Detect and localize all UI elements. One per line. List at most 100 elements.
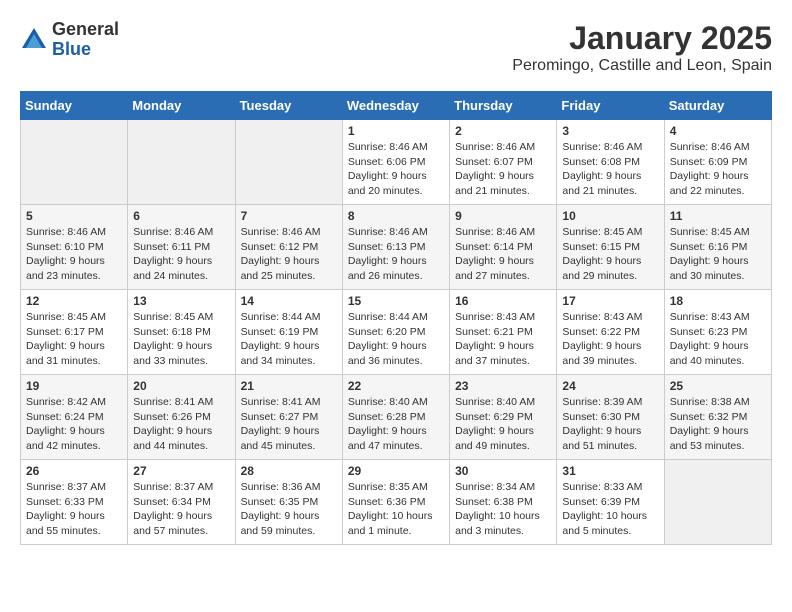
calendar-cell: 9 Sunrise: 8:46 AMSunset: 6:14 PMDaylight… bbox=[450, 205, 557, 290]
day-number: 22 bbox=[348, 379, 444, 393]
day-number: 7 bbox=[241, 209, 337, 223]
day-number: 4 bbox=[670, 124, 766, 138]
title-block: January 2025 Peromingo, Castille and Leo… bbox=[512, 20, 772, 75]
cell-content: Sunrise: 8:42 AMSunset: 6:24 PMDaylight:… bbox=[26, 395, 122, 454]
calendar-cell: 1 Sunrise: 8:46 AMSunset: 6:06 PMDaylight… bbox=[342, 120, 449, 205]
calendar-cell bbox=[664, 460, 771, 545]
cell-content: Sunrise: 8:33 AMSunset: 6:39 PMDaylight:… bbox=[562, 480, 658, 539]
day-number: 6 bbox=[133, 209, 229, 223]
cell-content: Sunrise: 8:44 AMSunset: 6:19 PMDaylight:… bbox=[241, 310, 337, 369]
cell-content: Sunrise: 8:35 AMSunset: 6:36 PMDaylight:… bbox=[348, 480, 444, 539]
day-number: 14 bbox=[241, 294, 337, 308]
calendar-cell: 29 Sunrise: 8:35 AMSunset: 6:36 PMDayligh… bbox=[342, 460, 449, 545]
calendar-cell: 8Sunrise: 8:46 AMSunset: 6:13 PMDaylight… bbox=[342, 205, 449, 290]
day-number: 16 bbox=[455, 294, 551, 308]
cell-content: Sunrise: 8:46 AMSunset: 6:06 PMDaylight:… bbox=[348, 140, 444, 199]
cell-content: Sunrise: 8:40 AMSunset: 6:29 PMDaylight:… bbox=[455, 395, 551, 454]
calendar-cell: 24 Sunrise: 8:39 AMSunset: 6:30 PMDayligh… bbox=[557, 375, 664, 460]
cell-content: Sunrise: 8:43 AMSunset: 6:23 PMDaylight:… bbox=[670, 310, 766, 369]
logo-general: General bbox=[52, 20, 119, 40]
weekday-header-wednesday: Wednesday bbox=[342, 92, 449, 120]
cell-content: Sunrise: 8:45 AMSunset: 6:17 PMDaylight:… bbox=[26, 310, 122, 369]
cell-content: Sunrise: 8:46 AMSunset: 6:09 PMDaylight:… bbox=[670, 140, 766, 199]
cell-content: Sunrise: 8:43 AMSunset: 6:21 PMDaylight:… bbox=[455, 310, 551, 369]
calendar-cell: 17 Sunrise: 8:43 AMSunset: 6:22 PMDayligh… bbox=[557, 290, 664, 375]
weekday-header-monday: Monday bbox=[128, 92, 235, 120]
calendar-week-row: 1 Sunrise: 8:46 AMSunset: 6:06 PMDaylight… bbox=[21, 120, 772, 205]
calendar-cell: 5Sunrise: 8:46 AMSunset: 6:10 PMDaylight… bbox=[21, 205, 128, 290]
logo-icon bbox=[20, 26, 48, 54]
calendar-cell bbox=[21, 120, 128, 205]
day-number: 5 bbox=[26, 209, 122, 223]
location: Peromingo, Castille and Leon, Spain bbox=[512, 57, 772, 75]
calendar-cell: 22Sunrise: 8:40 AMSunset: 6:28 PMDayligh… bbox=[342, 375, 449, 460]
day-number: 9 bbox=[455, 209, 551, 223]
calendar-cell: 6Sunrise: 8:46 AMSunset: 6:11 PMDaylight… bbox=[128, 205, 235, 290]
cell-content: Sunrise: 8:46 AMSunset: 6:13 PMDaylight:… bbox=[348, 225, 444, 284]
cell-content: Sunrise: 8:46 AMSunset: 6:14 PMDaylight:… bbox=[455, 225, 551, 284]
calendar-header: SundayMondayTuesdayWednesdayThursdayFrid… bbox=[21, 92, 772, 120]
day-number: 21 bbox=[241, 379, 337, 393]
calendar-cell: 26Sunrise: 8:37 AMSunset: 6:33 PMDayligh… bbox=[21, 460, 128, 545]
cell-content: Sunrise: 8:38 AMSunset: 6:32 PMDaylight:… bbox=[670, 395, 766, 454]
day-number: 30 bbox=[455, 464, 551, 478]
calendar-cell: 3Sunrise: 8:46 AMSunset: 6:08 PMDaylight… bbox=[557, 120, 664, 205]
calendar-cell: 11 Sunrise: 8:45 AMSunset: 6:16 PMDayligh… bbox=[664, 205, 771, 290]
day-number: 24 bbox=[562, 379, 658, 393]
weekday-header-thursday: Thursday bbox=[450, 92, 557, 120]
cell-content: Sunrise: 8:41 AMSunset: 6:27 PMDaylight:… bbox=[241, 395, 337, 454]
day-number: 12 bbox=[26, 294, 122, 308]
day-number: 31 bbox=[562, 464, 658, 478]
calendar-cell: 25 Sunrise: 8:38 AMSunset: 6:32 PMDayligh… bbox=[664, 375, 771, 460]
calendar-cell: 28Sunrise: 8:36 AMSunset: 6:35 PMDayligh… bbox=[235, 460, 342, 545]
day-number: 20 bbox=[133, 379, 229, 393]
calendar-cell: 12 Sunrise: 8:45 AMSunset: 6:17 PMDayligh… bbox=[21, 290, 128, 375]
cell-content: Sunrise: 8:43 AMSunset: 6:22 PMDaylight:… bbox=[562, 310, 658, 369]
cell-content: Sunrise: 8:46 AMSunset: 6:07 PMDaylight:… bbox=[455, 140, 551, 199]
logo-text: General Blue bbox=[52, 20, 119, 60]
day-number: 11 bbox=[670, 209, 766, 223]
day-number: 1 bbox=[348, 124, 444, 138]
calendar-cell: 18 Sunrise: 8:43 AMSunset: 6:23 PMDayligh… bbox=[664, 290, 771, 375]
day-number: 27 bbox=[133, 464, 229, 478]
day-number: 25 bbox=[670, 379, 766, 393]
page-header: General Blue January 2025 Peromingo, Cas… bbox=[20, 20, 772, 75]
calendar-week-row: 12 Sunrise: 8:45 AMSunset: 6:17 PMDayligh… bbox=[21, 290, 772, 375]
cell-content: Sunrise: 8:41 AMSunset: 6:26 PMDaylight:… bbox=[133, 395, 229, 454]
calendar-cell: 30 Sunrise: 8:34 AMSunset: 6:38 PMDayligh… bbox=[450, 460, 557, 545]
calendar-cell: 15 Sunrise: 8:44 AMSunset: 6:20 PMDayligh… bbox=[342, 290, 449, 375]
cell-content: Sunrise: 8:39 AMSunset: 6:30 PMDaylight:… bbox=[562, 395, 658, 454]
logo: General Blue bbox=[20, 20, 119, 60]
month-title: January 2025 bbox=[512, 20, 772, 57]
calendar-cell: 13Sunrise: 8:45 AMSunset: 6:18 PMDayligh… bbox=[128, 290, 235, 375]
day-number: 3 bbox=[562, 124, 658, 138]
calendar-cell: 16 Sunrise: 8:43 AMSunset: 6:21 PMDayligh… bbox=[450, 290, 557, 375]
day-number: 13 bbox=[133, 294, 229, 308]
cell-content: Sunrise: 8:44 AMSunset: 6:20 PMDaylight:… bbox=[348, 310, 444, 369]
day-number: 18 bbox=[670, 294, 766, 308]
weekday-header-tuesday: Tuesday bbox=[235, 92, 342, 120]
calendar-week-row: 5Sunrise: 8:46 AMSunset: 6:10 PMDaylight… bbox=[21, 205, 772, 290]
cell-content: Sunrise: 8:34 AMSunset: 6:38 PMDaylight:… bbox=[455, 480, 551, 539]
calendar-cell: 20 Sunrise: 8:41 AMSunset: 6:26 PMDayligh… bbox=[128, 375, 235, 460]
cell-content: Sunrise: 8:45 AMSunset: 6:16 PMDaylight:… bbox=[670, 225, 766, 284]
day-number: 19 bbox=[26, 379, 122, 393]
calendar-cell: 21 Sunrise: 8:41 AMSunset: 6:27 PMDayligh… bbox=[235, 375, 342, 460]
calendar-cell: 23 Sunrise: 8:40 AMSunset: 6:29 PMDayligh… bbox=[450, 375, 557, 460]
day-number: 2 bbox=[455, 124, 551, 138]
calendar-cell: 27Sunrise: 8:37 AMSunset: 6:34 PMDayligh… bbox=[128, 460, 235, 545]
day-number: 28 bbox=[241, 464, 337, 478]
day-number: 17 bbox=[562, 294, 658, 308]
calendar-week-row: 19 Sunrise: 8:42 AMSunset: 6:24 PMDayligh… bbox=[21, 375, 772, 460]
weekday-header-sunday: Sunday bbox=[21, 92, 128, 120]
calendar-cell: 19 Sunrise: 8:42 AMSunset: 6:24 PMDayligh… bbox=[21, 375, 128, 460]
day-number: 15 bbox=[348, 294, 444, 308]
day-number: 29 bbox=[348, 464, 444, 478]
cell-content: Sunrise: 8:46 AMSunset: 6:12 PMDaylight:… bbox=[241, 225, 337, 284]
cell-content: Sunrise: 8:45 AMSunset: 6:15 PMDaylight:… bbox=[562, 225, 658, 284]
day-number: 26 bbox=[26, 464, 122, 478]
weekday-header-friday: Friday bbox=[557, 92, 664, 120]
weekday-header-row: SundayMondayTuesdayWednesdayThursdayFrid… bbox=[21, 92, 772, 120]
calendar-table: SundayMondayTuesdayWednesdayThursdayFrid… bbox=[20, 91, 772, 545]
day-number: 23 bbox=[455, 379, 551, 393]
